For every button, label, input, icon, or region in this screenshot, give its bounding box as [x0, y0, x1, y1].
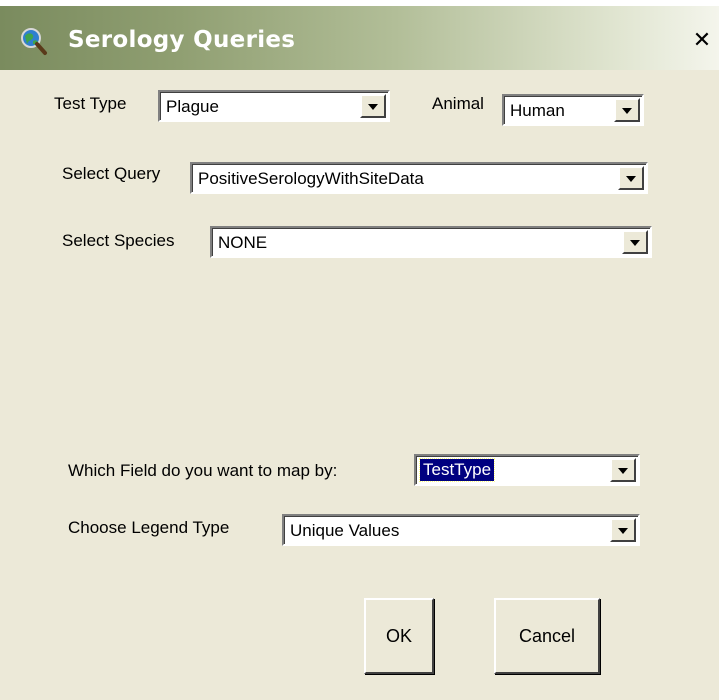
animal-value: Human	[510, 101, 565, 120]
animal-label: Animal	[432, 94, 484, 113]
select-query-label: Select Query	[62, 164, 161, 183]
test-type-value: Plague	[166, 97, 219, 116]
serology-queries-dialog: Serology Queries ✕ Test Type Plague Anim…	[0, 0, 719, 700]
chevron-down-icon[interactable]	[610, 458, 636, 482]
select-species-label: Select Species	[62, 231, 175, 250]
title-bar[interactable]: Serology Queries ✕	[0, 6, 719, 70]
chevron-down-icon[interactable]	[614, 98, 640, 122]
select-query-select[interactable]: PositiveSerologyWithSiteData	[190, 162, 648, 194]
chevron-down-icon[interactable]	[618, 166, 644, 190]
chevron-down-icon[interactable]	[622, 230, 648, 254]
close-icon[interactable]: ✕	[690, 30, 714, 54]
legend-type-select[interactable]: Unique Values	[282, 514, 640, 546]
chevron-down-icon[interactable]	[360, 94, 386, 118]
dialog-title: Serology Queries	[68, 27, 296, 53]
magnifier-globe-icon	[18, 26, 48, 56]
map-field-select[interactable]: TestType	[414, 454, 640, 486]
map-field-value: TestType	[418, 458, 496, 482]
animal-select[interactable]: Human	[502, 94, 644, 126]
legend-type-label: Choose Legend Type	[68, 518, 230, 537]
select-species-value: NONE	[218, 233, 268, 252]
select-species-select[interactable]: NONE	[210, 226, 652, 258]
chevron-down-icon[interactable]	[610, 518, 636, 542]
cancel-button[interactable]: Cancel	[494, 598, 600, 674]
map-field-label: Which Field do you want to map by:	[68, 461, 338, 480]
legend-type-value: Unique Values	[290, 521, 400, 540]
test-type-label: Test Type	[54, 94, 127, 113]
select-query-value: PositiveSerologyWithSiteData	[198, 169, 424, 188]
test-type-select[interactable]: Plague	[158, 90, 390, 122]
ok-button[interactable]: OK	[364, 598, 434, 674]
